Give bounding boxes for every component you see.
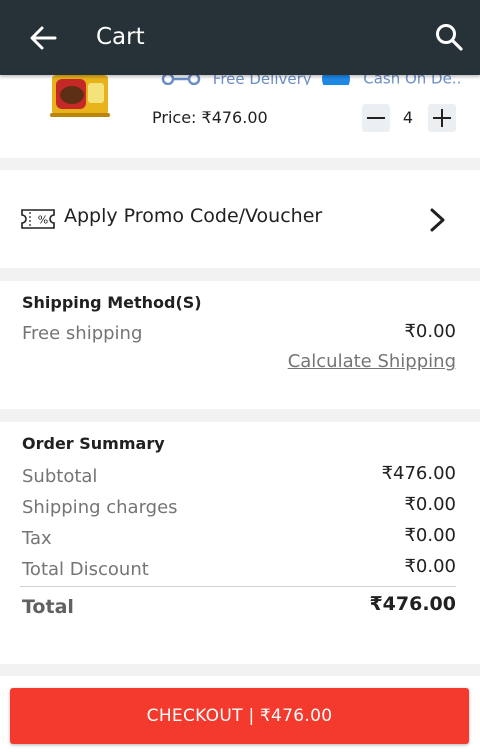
search-icon[interactable] [434,22,464,52]
total-discount-label: Total Discount [22,559,149,580]
subtotal-value: ₹476.00 [381,463,456,484]
chevron-right-icon [430,208,445,232]
decrease-quantity-button[interactable] [362,104,390,132]
arrow-left-icon[interactable] [28,24,58,52]
quantity-value: 4 [402,108,414,127]
promo-code-label: Apply Promo Code/Voucher [64,205,323,227]
shipping-method-cost: ₹0.00 [404,321,456,342]
total-value: ₹476.00 [369,593,456,615]
order-summary-section: Order Summary Subtotal ₹476.00 Shipping … [0,422,480,664]
checkout-amount: ₹476.00 [259,706,333,726]
page-title: Cart [96,24,145,50]
calculate-shipping-link[interactable]: Calculate Shipping [288,351,456,372]
tax-label: Tax [22,528,52,549]
increase-quantity-button[interactable] [428,104,456,132]
order-summary-title: Order Summary [22,434,165,453]
item-price: Price: ₹476.00 [152,108,268,127]
shipping-method-title: Shipping Method(S) [22,293,202,312]
total-label: Total [22,596,74,618]
free-delivery-label: Free Delivery [212,75,312,85]
delivery-info: Free Delivery Cash On De... [160,75,460,85]
summary-divider [20,586,456,587]
shipping-method-section: Shipping Method(S) Free shipping ₹0.00 C… [0,281,480,409]
product-image[interactable] [46,75,112,119]
payment-label: Cash On De... [363,75,460,85]
promo-code-row[interactable]: % Apply Promo Code/Voucher [0,170,480,268]
total-discount-value: ₹0.00 [404,556,456,577]
truck-icon [161,75,201,85]
cart-item: Free Delivery Cash On De... Price: ₹476.… [0,75,480,158]
voucher-icon: % [21,209,55,229]
shipping-charges-value: ₹0.00 [404,494,456,515]
checkout-button[interactable]: CHECKOUT | ₹476.00 [10,688,469,744]
checkout-label: CHECKOUT | [146,706,255,726]
quantity-stepper: 4 [362,104,458,134]
shipping-method-name: Free shipping [22,323,143,344]
cash-on-delivery-icon [322,75,351,85]
subtotal-label: Subtotal [22,466,98,487]
svg-text:%: % [38,214,48,227]
shipping-charges-label: Shipping charges [22,497,178,518]
tax-value: ₹0.00 [404,525,456,546]
top-app-bar: Cart [0,0,480,75]
